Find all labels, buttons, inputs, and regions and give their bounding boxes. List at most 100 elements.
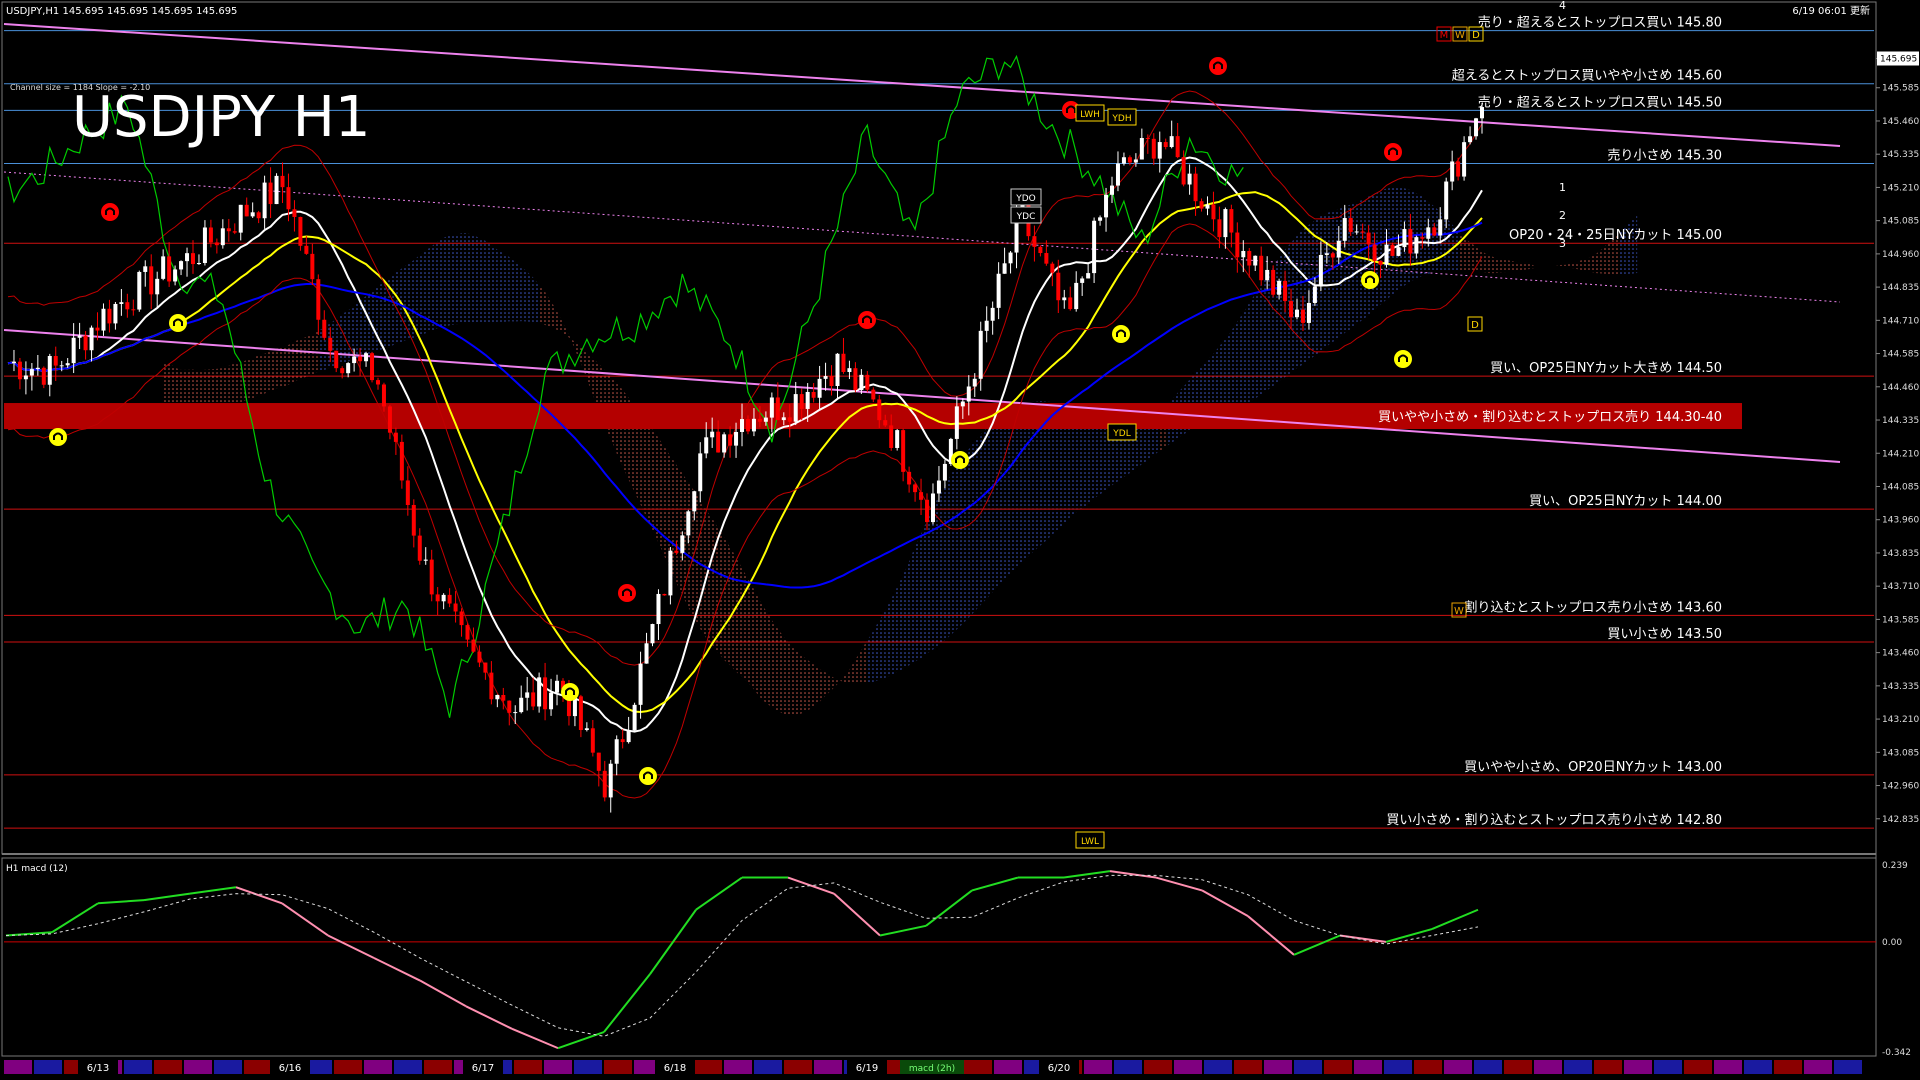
cloud-segment <box>431 241 438 331</box>
cloud-segment <box>503 253 510 322</box>
cloud-segment <box>288 341 295 385</box>
cloud-segment <box>485 240 492 322</box>
candle-body <box>978 330 983 379</box>
date-bar-segment <box>1774 1060 1802 1074</box>
candle-body <box>292 209 297 217</box>
candle-body <box>1462 142 1467 177</box>
candle-body <box>1438 219 1443 236</box>
candle-body <box>1474 118 1479 137</box>
candle-body <box>883 420 888 426</box>
cloud-segment <box>169 362 176 408</box>
candle-body <box>1444 181 1449 220</box>
candle-body <box>137 271 142 310</box>
candle-body <box>101 308 106 331</box>
cloud-segment <box>724 537 731 666</box>
candle-body <box>208 227 213 243</box>
candle-body <box>1271 269 1276 295</box>
candle-body <box>89 327 94 351</box>
candle-body <box>95 327 100 331</box>
candle-body <box>1056 272 1061 301</box>
candle-body <box>155 278 160 295</box>
axis-tick-label: 144.460 <box>1882 383 1919 393</box>
candle-body <box>650 624 655 644</box>
candle-body <box>328 337 333 351</box>
candle-body <box>608 763 613 798</box>
cloud-segment <box>455 233 462 325</box>
candle-body <box>1289 301 1294 318</box>
cloud-segment <box>676 464 683 596</box>
candle-body <box>1002 263 1007 274</box>
cloud-segment <box>998 410 1005 586</box>
candle-body <box>1115 163 1120 186</box>
candle-body <box>1414 237 1419 254</box>
fractal-marker <box>1209 57 1227 75</box>
candle-body <box>1068 297 1073 310</box>
candle-body <box>370 353 375 381</box>
candle-body <box>1193 173 1198 202</box>
cloud-segment <box>306 334 313 377</box>
candle-body <box>1205 204 1210 209</box>
cloud-segment <box>646 421 653 530</box>
candle-body <box>901 430 906 472</box>
candle-body <box>584 728 589 730</box>
cloud-segment <box>216 368 223 409</box>
cloud-segment <box>867 631 874 683</box>
week-marker: W <box>1455 30 1465 41</box>
candle-body <box>877 399 882 421</box>
date-bar-segment <box>754 1060 782 1074</box>
cloud-segment <box>986 420 993 599</box>
cloud-segment <box>873 620 880 682</box>
candle-body <box>143 266 148 272</box>
candle-body <box>35 367 40 370</box>
candle-body <box>268 182 273 205</box>
candle-body <box>1121 157 1126 164</box>
candle-body <box>411 504 416 536</box>
date-bar-segment <box>1174 1060 1202 1074</box>
date-bar-segment <box>1234 1060 1262 1074</box>
cloud-segment <box>1243 303 1250 407</box>
candle-body <box>1074 282 1079 310</box>
candle-body <box>1259 255 1264 281</box>
cloud-segment <box>956 456 963 630</box>
cloud-segment <box>789 643 796 716</box>
cloud-segment <box>801 655 808 714</box>
candle-body <box>429 559 434 595</box>
candle-body <box>662 593 667 596</box>
level-label: 買い、OP25日NYカット 144.00 <box>1529 494 1722 509</box>
cloud-segment <box>992 415 999 593</box>
cloud-segment <box>1446 217 1453 271</box>
candle-body <box>954 406 959 439</box>
candle-body <box>1169 136 1174 148</box>
cloud-segment <box>915 533 922 662</box>
candle-body <box>1145 138 1150 140</box>
candle-body <box>489 672 494 700</box>
candle-body <box>745 419 750 432</box>
candle-body <box>775 397 780 421</box>
candle-body <box>220 228 225 246</box>
candle-body <box>674 550 679 553</box>
axis-tick-label: 145.085 <box>1882 217 1919 227</box>
candle-body <box>1175 136 1180 158</box>
price-chart[interactable]: 売り・超えるとストップロス買い 145.80 超えるとストップロス買いやや小さめ … <box>0 0 1920 1080</box>
candle-body <box>578 696 583 730</box>
cloud-segment <box>1631 215 1638 274</box>
date-bar-segment <box>1354 1060 1382 1074</box>
candle-body <box>226 228 231 232</box>
candle-body <box>274 175 279 205</box>
cloud-segment <box>1010 405 1017 574</box>
candle-body <box>1426 227 1431 239</box>
candle-body <box>417 535 422 561</box>
macd-tag: macd (2h) <box>909 1064 955 1074</box>
candle-body <box>405 480 410 505</box>
last-week-high-box: LWH <box>1080 110 1100 120</box>
candle-body <box>513 712 518 714</box>
candle-body <box>113 303 118 324</box>
date-bar-segment <box>1114 1060 1142 1074</box>
cloud-segment <box>515 262 522 322</box>
candle-body <box>1092 220 1097 274</box>
macd-tick-label: 0.239 <box>1882 861 1908 871</box>
candle-body <box>125 302 130 310</box>
candle-body <box>364 353 369 362</box>
date-bar-segment <box>514 1060 542 1074</box>
cloud-segment <box>401 263 408 342</box>
